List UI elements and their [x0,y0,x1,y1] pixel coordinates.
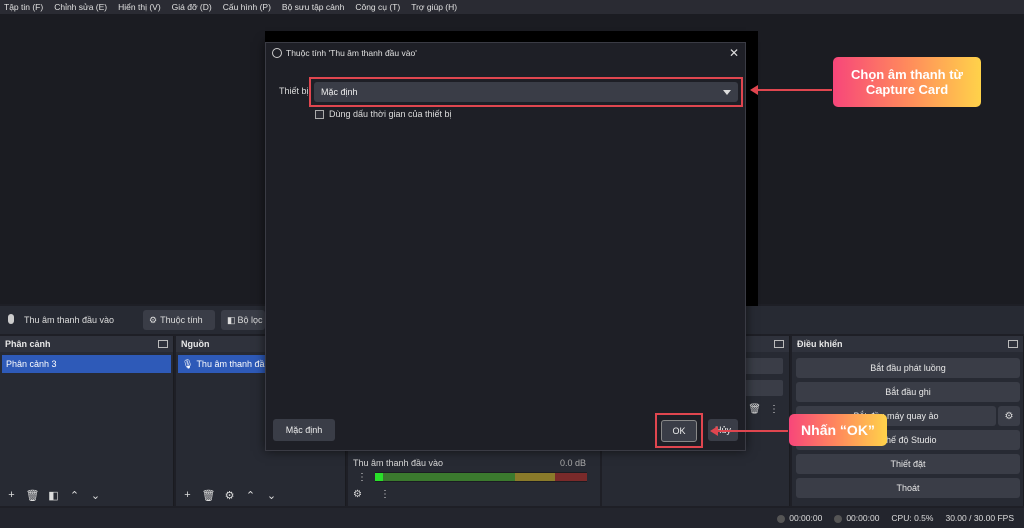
menu-scene-collection[interactable]: Bộ sưu tập cảnh [282,2,344,12]
menu-tools[interactable]: Công cụ (T) [355,2,400,12]
status-bar: 00:00:00 00:00:00 CPU: 0.5% 30.00 / 30.0… [0,508,1024,528]
mixer-track-name: Thu âm thanh đầu vào [353,458,444,468]
scenes-header: Phân cảnh [0,336,173,352]
device-select[interactable]: Mặc định [314,82,738,102]
microphone-icon [8,314,14,324]
chevron-up-icon[interactable]: ⌃ [243,488,258,502]
menu-help[interactable]: Trợ giúp (H) [411,2,457,12]
ok-button[interactable]: OK [661,419,697,442]
sources-title: Nguồn [181,339,210,349]
menu-docks[interactable]: Giá đỡ (D) [172,2,212,12]
controls-title: Điều khiển [797,339,843,349]
trash-icon[interactable]: 🗑 [25,488,40,502]
fps-display: 30.00 / 30.00 FPS [945,513,1014,523]
sources-toolbar: + 🗑 ⚙ ⌃ ⌄ [180,488,279,502]
arrow-left-icon [750,85,758,95]
menu-bar: Tập tin (F) Chỉnh sửa (E) Hiển thị (V) G… [0,0,1024,14]
menu-view[interactable]: Hiển thị (V) [118,2,161,12]
device-timestamp-checkbox[interactable]: Dùng dấu thời gian của thiết bị [315,109,451,119]
meter-yellow [515,473,555,481]
record-icon [777,514,786,523]
gear-icon: ⚙ [149,314,158,325]
dialog-title: Thuộc tính 'Thu âm thanh đầu vào' [286,48,417,58]
properties-dialog: Thuộc tính 'Thu âm thanh đầu vào' ✕ Thiế… [265,42,746,451]
undock-icon[interactable] [1008,340,1018,348]
gear-icon[interactable]: ⚙ [353,489,362,500]
device-select-value: Mặc định [321,87,358,97]
chevron-up-icon[interactable]: ⌃ [67,488,82,502]
meter-green [375,473,515,481]
device-label: Thiết bị [279,86,309,96]
scenes-toolbar: + 🗑 ◧ ⌃ ⌄ [4,488,103,502]
stream-icon [834,514,843,523]
close-icon[interactable]: ✕ [729,46,739,60]
microphone-icon: 🎙 [182,358,194,369]
transition-select[interactable] [743,358,783,374]
obs-logo-icon [272,48,282,58]
chevron-down-icon[interactable]: ⌄ [264,488,279,502]
undock-icon[interactable] [774,340,784,348]
exit-button[interactable]: Thoát [796,478,1020,498]
stream-status: 00:00:00 [834,513,879,523]
volume-meter [375,472,587,482]
trash-icon[interactable]: 🗑 [201,488,216,502]
callout-arrow-line [758,89,832,91]
callout-arrow-line [718,430,788,432]
filters-button[interactable]: ◧ Bộ lọc [221,310,265,330]
meter-red [555,473,587,481]
more-vertical-icon[interactable]: ⋮ [380,489,390,500]
add-icon[interactable]: + [4,488,19,502]
mixer-db: 0.0 dB [559,458,586,468]
menu-file[interactable]: Tập tin (F) [4,2,43,12]
defaults-button[interactable]: Mặc định [273,419,335,441]
chevron-down-icon[interactable]: ⌄ [88,488,103,502]
more-vertical-icon[interactable]: ⋮ [769,404,779,415]
filter-icon[interactable]: ◧ [46,488,61,502]
checkbox-label: Dùng dấu thời gian của thiết bị [329,109,452,119]
cpu-usage: CPU: 0.5% [891,513,934,523]
callout-select-audio: Chọn âm thanh từ Capture Card [833,57,981,107]
menu-edit[interactable]: Chỉnh sửa (E) [54,2,107,12]
scenes-title: Phân cảnh [5,339,51,349]
rec-status: 00:00:00 [777,513,822,523]
start-streaming-button[interactable]: Bắt đầu phát luồng [796,358,1020,378]
ok-highlight: OK [655,413,703,448]
gear-icon[interactable]: ⚙ [998,406,1020,426]
scenes-panel: Phân cảnh Phân cảnh 3 + 🗑 ◧ ⌃ ⌄ [0,336,174,506]
arrow-left-icon [710,426,718,436]
more-vertical-icon[interactable]: ⋮ [357,472,367,483]
properties-button[interactable]: ⚙ Thuộc tính [143,310,215,330]
add-icon[interactable]: + [180,488,195,502]
start-recording-button[interactable]: Bắt đầu ghi [796,382,1020,402]
undock-icon[interactable] [158,340,168,348]
checkbox-box[interactable] [315,109,324,119]
chevron-down-icon [723,89,731,95]
dialog-titlebar: Thuộc tính 'Thu âm thanh đầu vào' [266,43,745,63]
menu-profile[interactable]: Cấu hình (P) [223,2,271,12]
selected-source-name: Thu âm thanh đầu vào [24,315,115,325]
gear-icon[interactable]: ⚙ [222,488,237,502]
callout-press-ok: Nhấn “OK” [789,414,887,446]
properties-label: Thuộc tính [160,315,203,325]
device-select-highlight: Mặc định [309,77,743,107]
controls-header: Điều khiển [792,336,1023,352]
filter-icon: ◧ [227,314,236,325]
filters-label: Bộ lọc [237,315,263,325]
trash-icon[interactable]: 🗑 [748,404,761,415]
meter-level [375,473,383,481]
duration-stepper[interactable] [743,380,783,396]
scene-item[interactable]: Phân cảnh 3 [2,355,171,373]
settings-button[interactable]: Thiết đặt [796,454,1020,474]
